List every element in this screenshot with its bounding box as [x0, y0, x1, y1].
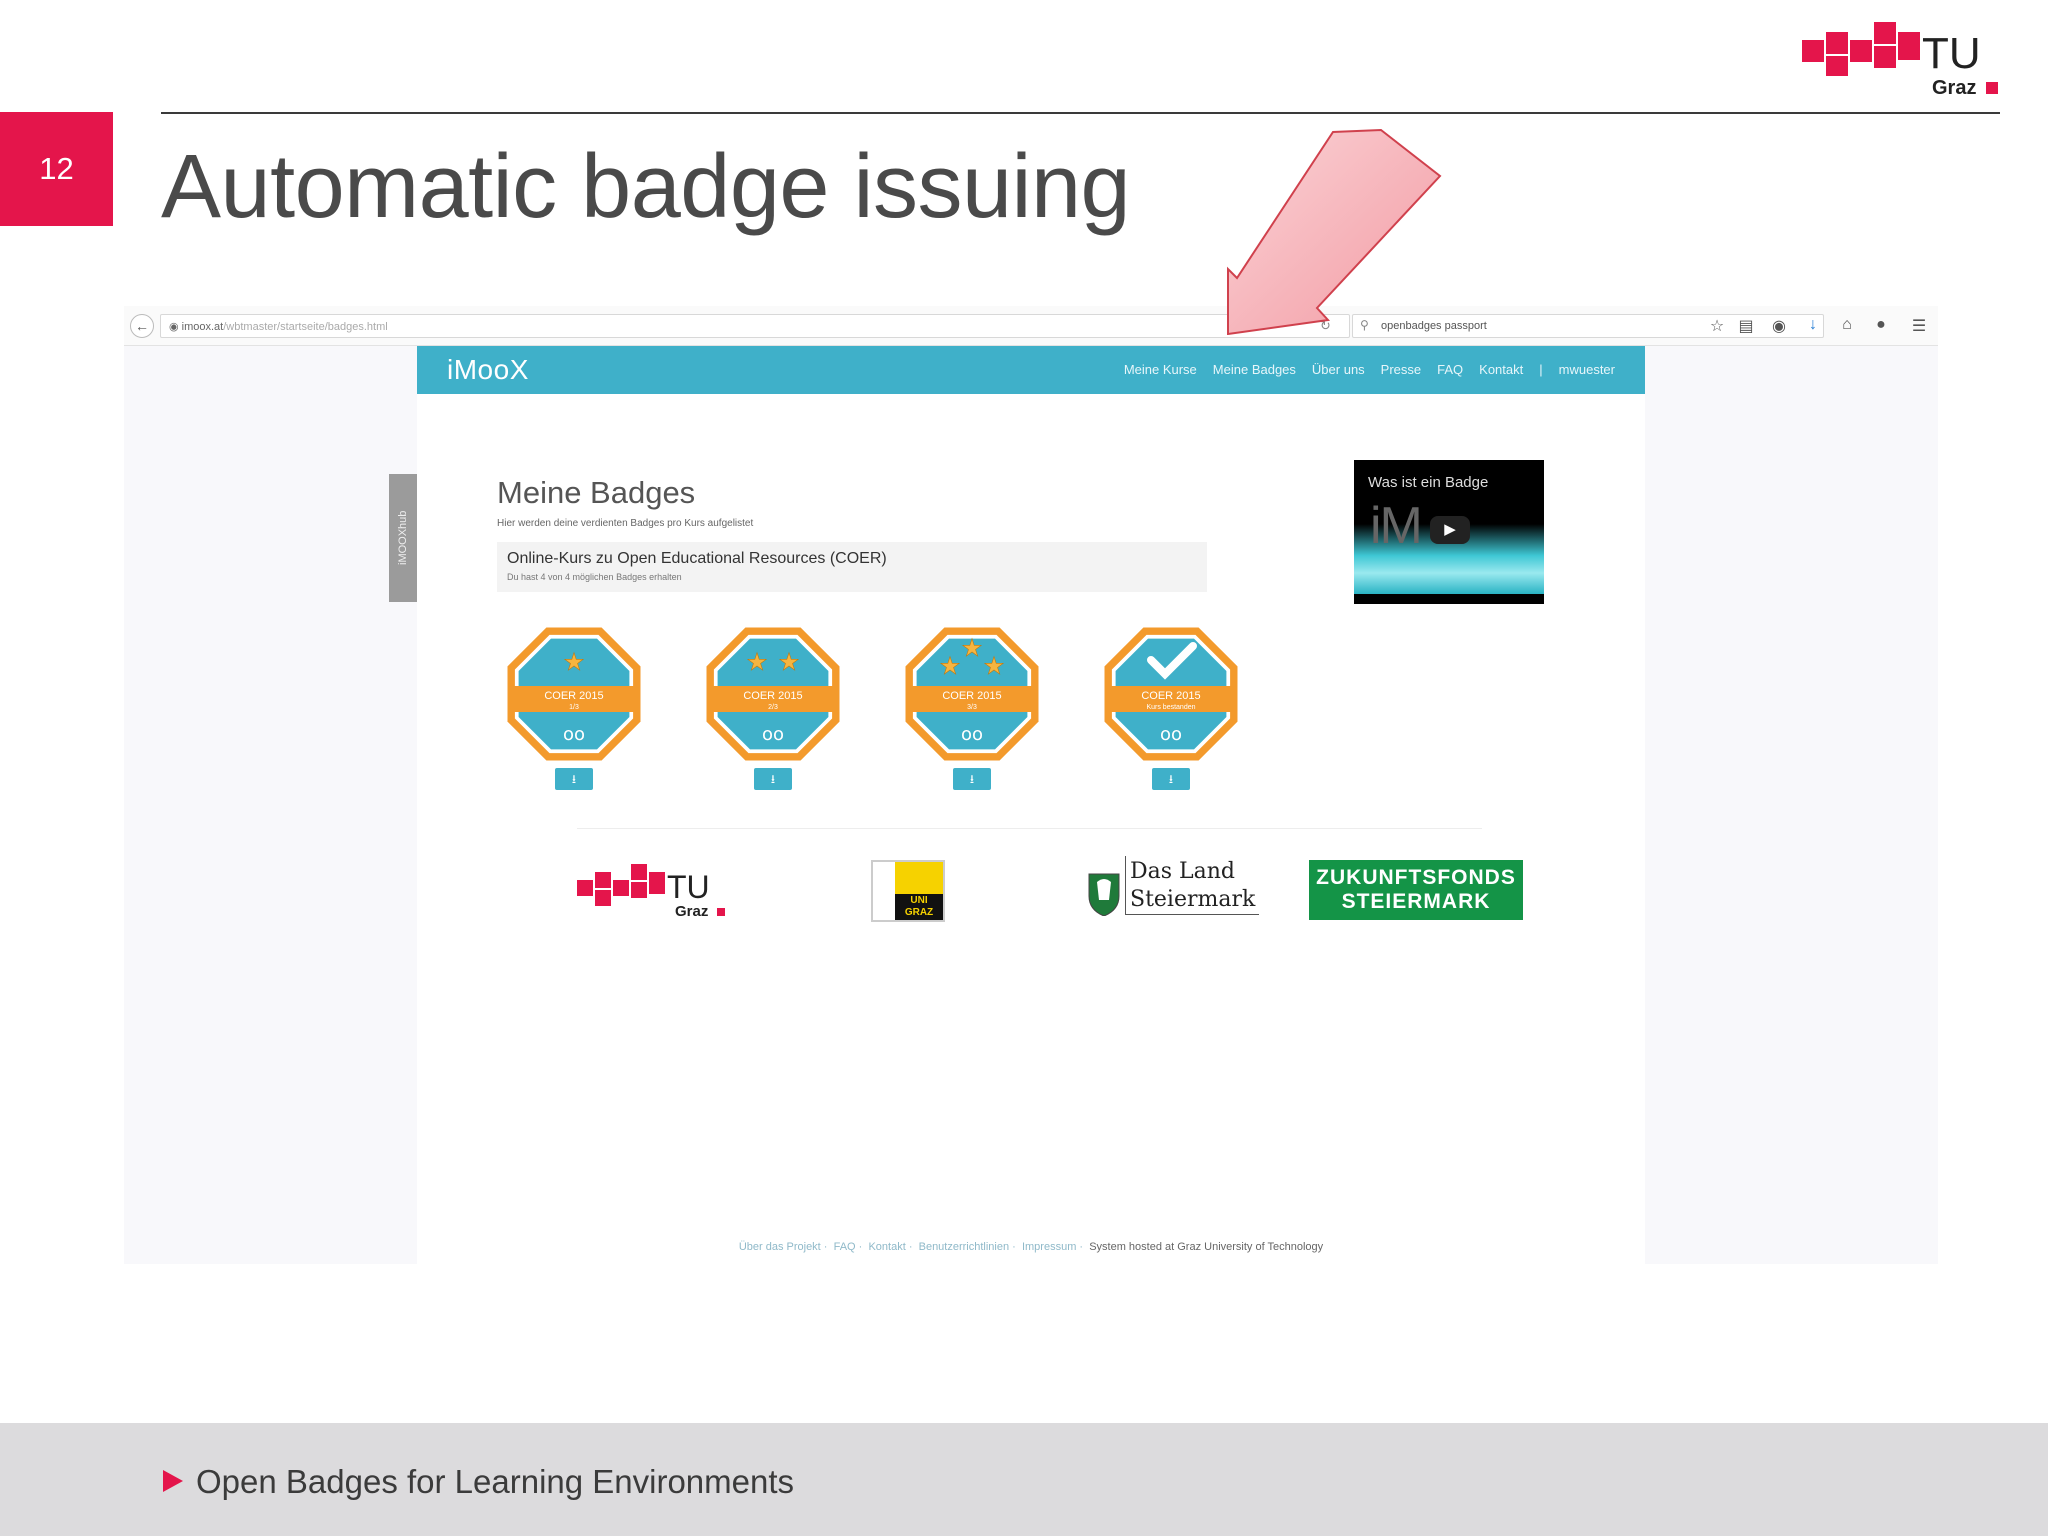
- footer-note: System hosted at Graz University of Tech…: [1089, 1241, 1324, 1253]
- footer-link-kontakt[interactable]: Kontakt: [868, 1241, 905, 1253]
- uni-logo-text: UNI GRAZ: [895, 894, 943, 920]
- badge-2[interactable]: COER 2015 2/3 oo ★ ★: [699, 620, 847, 768]
- course-title: Online-Kurs zu Open Educational Resource…: [507, 550, 887, 567]
- nav-item-meine-kurse[interactable]: Meine Kurse: [1124, 362, 1197, 377]
- partner-logo-tu-graz[interactable]: TU Graz: [577, 860, 727, 920]
- browser-toolbar: ← ◉ imoox.at/wbtmaster/startseite/badges…: [124, 306, 1938, 346]
- badge-sub: 1/3: [569, 704, 579, 711]
- play-icon[interactable]: ▶: [1430, 516, 1470, 544]
- slide-number: 12: [0, 112, 113, 226]
- partners-divider: [577, 828, 1482, 829]
- badge-sub: Kurs bestanden: [1146, 704, 1195, 711]
- badge-label: COER 2015: [544, 690, 603, 702]
- star-icon: ★: [746, 648, 768, 676]
- video-title: Was ist ein Badge: [1368, 474, 1489, 491]
- steiermark-crest-icon: [1088, 873, 1120, 916]
- site-menu: Meine Kurse Meine Badges Über uns Presse…: [1124, 362, 1615, 377]
- footer-link-projekt[interactable]: Über das Projekt: [739, 1241, 821, 1253]
- side-tab[interactable]: iMOOXhub: [389, 474, 417, 602]
- badge-3[interactable]: COER 20153/3oo★★ ★: [898, 620, 1046, 768]
- glasses-icon: oo: [961, 724, 983, 745]
- badge-4[interactable]: COER 2015 Kurs bestanden oo: [1097, 620, 1245, 768]
- footer-link-faq[interactable]: FAQ: [834, 1241, 856, 1253]
- nav-item-ueber-uns[interactable]: Über uns: [1312, 362, 1365, 377]
- course-box: Online-Kurs zu Open Educational Resource…: [497, 542, 1207, 592]
- star-icon[interactable]: ☆: [1707, 316, 1727, 336]
- nav-separator: |: [1539, 362, 1543, 377]
- badge-download-button[interactable]: ⭳: [555, 768, 593, 790]
- home-icon[interactable]: ⌂: [1837, 316, 1857, 334]
- footer-link-impressum[interactable]: Impressum: [1022, 1241, 1076, 1253]
- partner-tu-text: TU: [667, 869, 710, 905]
- star-icon: ★: [563, 648, 585, 676]
- browser-screenshot: ← ◉ imoox.at/wbtmaster/startseite/badges…: [124, 306, 1938, 1264]
- web-page: iMooX Meine Kurse Meine Badges Über uns …: [417, 346, 1645, 1264]
- url-path: /wbtmaster/startseite/badges.html: [223, 321, 388, 333]
- star-icon: ★: [939, 652, 961, 680]
- site-navbar: iMooX Meine Kurse Meine Badges Über uns …: [417, 346, 1645, 394]
- header-rule: [161, 112, 2000, 114]
- badge-label: COER 2015: [1141, 690, 1200, 702]
- badge-sub: 3/3: [967, 704, 977, 711]
- footer-link-richtlinien[interactable]: Benutzerrichtlinien: [919, 1241, 1010, 1253]
- page-heading: Meine Badges: [497, 475, 696, 510]
- back-button[interactable]: ←: [130, 314, 154, 338]
- pointer-arrow: [1227, 128, 1442, 335]
- star-icon: ★: [983, 652, 1005, 680]
- partner-logo-uni-graz[interactable]: UNI GRAZ: [871, 860, 945, 922]
- clipboard-icon[interactable]: ▤: [1736, 316, 1756, 336]
- slide: TU Graz 12 Automatic badge issuing ← ◉ i…: [0, 0, 2048, 1536]
- glasses-icon: oo: [762, 724, 784, 745]
- nav-item-user[interactable]: mwuester: [1559, 362, 1615, 377]
- slide-title: Automatic badge issuing: [161, 137, 1131, 237]
- nav-item-faq[interactable]: FAQ: [1437, 362, 1463, 377]
- glasses-icon: oo: [1160, 724, 1182, 745]
- steiermark-text: Das Land Steiermark: [1125, 856, 1260, 915]
- star-icon: ★: [961, 634, 983, 662]
- zukunft-line1: ZUKUNFTSFONDS: [1316, 866, 1516, 889]
- chat-icon[interactable]: ●: [1871, 316, 1891, 334]
- badge-1[interactable]: COER 2015 1/3 oo ★: [500, 620, 648, 768]
- zukunft-line2: STEIERMARK: [1341, 890, 1491, 913]
- badge-label: COER 2015: [942, 690, 1001, 702]
- partner-logo-zukunftsfonds[interactable]: ZUKUNFTSFONDS STEIERMARK: [1309, 860, 1523, 920]
- nav-item-kontakt[interactable]: Kontakt: [1479, 362, 1523, 377]
- star-icon: ★: [778, 648, 800, 676]
- glasses-icon: oo: [563, 724, 585, 745]
- page-subtitle: Hier werden deine verdienten Badges pro …: [497, 518, 754, 529]
- footer-bullet-icon: [163, 1470, 183, 1492]
- download-icon[interactable]: ↓: [1803, 316, 1823, 334]
- url-bar[interactable]: ◉ imoox.at/wbtmaster/startseite/badges.h…: [160, 314, 1350, 338]
- video-wordmark: iM: [1370, 497, 1423, 555]
- partner-graz-text: Graz: [675, 903, 708, 920]
- nav-item-presse[interactable]: Presse: [1381, 362, 1421, 377]
- badge-download-button[interactable]: ⭳: [953, 768, 991, 790]
- steiermark-line1: Das Land: [1130, 859, 1236, 884]
- footer-text: Open Badges for Learning Environments: [196, 1463, 795, 1500]
- badge-download-button[interactable]: ⭳: [1152, 768, 1190, 790]
- partner-logo-steiermark[interactable]: Das Land Steiermark: [1087, 856, 1260, 922]
- video-thumbnail[interactable]: iM Was ist ein Badge ▶: [1354, 460, 1544, 604]
- tu-logo-text: TU: [1922, 29, 1981, 78]
- graz-logo-text: Graz: [1932, 77, 1976, 98]
- nav-item-meine-badges[interactable]: Meine Badges: [1213, 362, 1296, 377]
- badge-download-button[interactable]: ⭳: [754, 768, 792, 790]
- menu-icon[interactable]: ☰: [1909, 316, 1929, 336]
- pocket-icon[interactable]: ◉: [1769, 316, 1789, 336]
- url-host: imoox.at: [181, 321, 224, 333]
- steiermark-line2: Steiermark: [1130, 887, 1256, 912]
- course-subtitle: Du hast 4 von 4 möglichen Badges erhalte…: [507, 572, 682, 582]
- tu-graz-logo: TU Graz: [1802, 22, 1998, 98]
- site-logo[interactable]: iMooX: [447, 354, 529, 386]
- page-footer: Über das Projekt · FAQ · Kontakt · Benut…: [738, 1241, 1324, 1253]
- badge-label: COER 2015: [743, 690, 802, 702]
- badge-sub: 2/3: [768, 704, 778, 711]
